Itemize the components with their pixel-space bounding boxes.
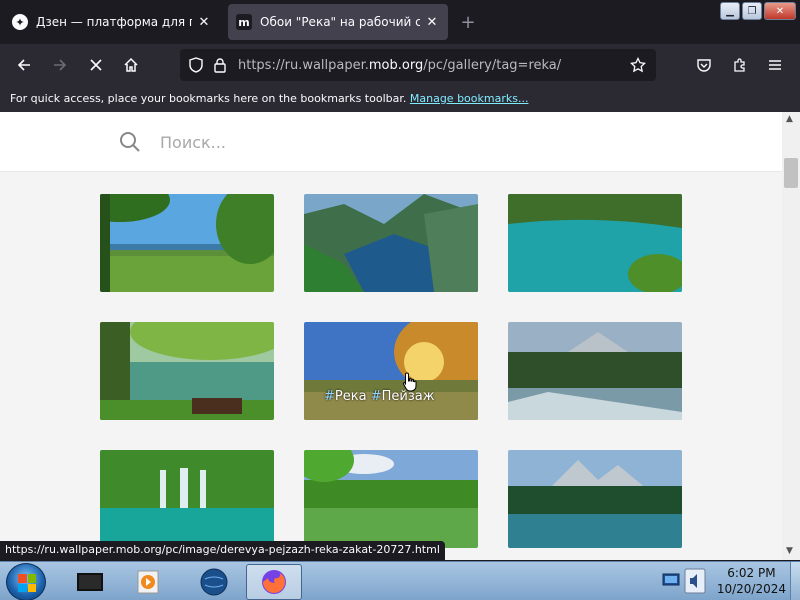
tracking-shield-icon[interactable] — [184, 53, 208, 77]
clock-time: 6:02 PM — [727, 566, 776, 580]
scroll-down-icon[interactable]: ▼ — [786, 546, 793, 556]
volume-icon[interactable] — [684, 568, 706, 594]
show-desktop-button[interactable] — [790, 562, 800, 600]
wallpaper-thumbnail[interactable]: #Река #Пейзаж — [304, 322, 478, 420]
forward-button[interactable] — [46, 51, 74, 79]
scroll-up-icon[interactable]: ▲ — [786, 114, 793, 124]
url-path: /pc/gallery/tag=reka/ — [423, 57, 562, 73]
zen-icon: ✦ — [12, 14, 28, 30]
wallpaper-image — [100, 450, 274, 548]
wallpaper-thumbnail[interactable] — [100, 322, 274, 420]
url-text[interactable]: https://ru.wallpaper.mob.org/pc/gallery/… — [232, 58, 626, 73]
wallpaper-thumbnail[interactable] — [508, 194, 682, 292]
wallpaper-image — [304, 322, 478, 420]
manage-bookmarks-link[interactable]: Manage bookmarks... — [410, 92, 529, 105]
lock-icon[interactable] — [208, 53, 232, 77]
bookmark-star-icon[interactable] — [626, 53, 650, 77]
wallpaper-thumbnail[interactable] — [100, 194, 274, 292]
close-icon[interactable]: ✕ — [424, 14, 440, 30]
stop-x-icon — [90, 59, 102, 71]
puzzle-icon — [734, 58, 745, 72]
hand-cursor-icon — [402, 372, 417, 392]
network-icon[interactable] — [662, 572, 680, 588]
url-prefix: https://ru.wallpaper. — [238, 57, 369, 73]
tag-reka[interactable]: Река — [335, 389, 367, 404]
start-button[interactable] — [6, 563, 46, 600]
site-search-bar — [0, 112, 782, 172]
home-icon — [124, 57, 138, 72]
taskbar-globe[interactable] — [186, 564, 242, 600]
back-button[interactable] — [10, 51, 38, 79]
tab-wallpapers[interactable]: m Обои "Река" на рабочий стол ✕ — [228, 4, 448, 40]
taskbar-clock[interactable]: 6:02 PM 10/20/2024 — [717, 565, 786, 597]
system-tray: 6:02 PM 10/20/2024 — [650, 562, 800, 600]
scrollbar-thumb[interactable] — [784, 158, 798, 188]
search-input[interactable] — [160, 128, 560, 156]
stop-button[interactable] — [82, 51, 110, 79]
minimize-button[interactable]: ▁ — [720, 2, 740, 20]
wallpaper-image — [304, 450, 478, 548]
taskbar-media-player[interactable] — [120, 564, 176, 600]
taskbar-firefox[interactable] — [246, 564, 302, 600]
navigation-toolbar: https://ru.wallpaper.mob.org/pc/gallery/… — [0, 44, 800, 86]
taskbar: 6:02 PM 10/20/2024 — [0, 561, 800, 600]
back-arrow-icon — [17, 59, 30, 71]
wallpaper-image — [508, 450, 682, 548]
url-host: mob.org — [368, 57, 424, 73]
page-content: #Река #Пейзаж — [0, 112, 782, 560]
wallpaper-image — [100, 322, 274, 420]
firefox-icon — [262, 570, 286, 594]
wallpaper-image — [508, 194, 682, 292]
hamburger-icon — [769, 60, 781, 70]
extensions-button[interactable] — [726, 51, 754, 79]
clock-date: 10/20/2024 — [716, 582, 786, 596]
media-player-icon — [137, 570, 159, 594]
tab-zen[interactable]: ✦ Дзен — платформа для прос ✕ — [4, 4, 220, 40]
new-tab-button[interactable]: + — [456, 10, 480, 34]
tab-title: Дзен — платформа для прос — [36, 15, 192, 29]
status-url: https://ru.wallpaper.mob.org/pc/image/de… — [0, 541, 445, 561]
close-icon[interactable]: ✕ — [196, 14, 212, 30]
search-icon[interactable] — [118, 130, 142, 154]
page-scrollbar[interactable]: ▲ ▼ — [782, 112, 800, 560]
restore-button[interactable]: ❐ — [742, 2, 762, 20]
taskbar-terminal[interactable] — [62, 564, 118, 600]
wallpaper-thumbnail[interactable] — [304, 194, 478, 292]
menu-button[interactable] — [761, 51, 789, 79]
window-controls: ▁ ❐ ✕ — [720, 2, 796, 20]
wallpaper-image — [100, 194, 274, 292]
address-bar[interactable]: https://ru.wallpaper.mob.org/pc/gallery/… — [180, 49, 656, 81]
home-button[interactable] — [117, 51, 145, 79]
wallpaper-image — [304, 194, 478, 292]
tab-strip: ✦ Дзен — платформа для прос ✕ m Обои "Ре… — [0, 0, 800, 44]
wallpaper-thumbnail[interactable] — [508, 450, 682, 548]
bookmarks-toolbar: For quick access, place your bookmarks h… — [0, 86, 800, 112]
wallpaper-thumbnail[interactable] — [304, 450, 478, 548]
close-window-button[interactable]: ✕ — [764, 2, 796, 20]
pocket-button[interactable] — [690, 51, 718, 79]
windows-logo-icon — [18, 574, 36, 592]
pocket-icon — [697, 59, 711, 72]
bookmarks-hint: For quick access, place your bookmarks h… — [10, 92, 407, 105]
wallpaper-thumbnail[interactable] — [508, 322, 682, 420]
forward-arrow-icon — [54, 59, 67, 71]
globe-icon — [200, 568, 228, 596]
terminal-icon — [77, 573, 103, 591]
wallpaper-thumbnail[interactable] — [100, 450, 274, 548]
site-favicon-icon: m — [236, 14, 252, 30]
tab-title: Обои "Река" на рабочий стол — [260, 15, 420, 29]
wallpaper-image — [508, 322, 682, 420]
